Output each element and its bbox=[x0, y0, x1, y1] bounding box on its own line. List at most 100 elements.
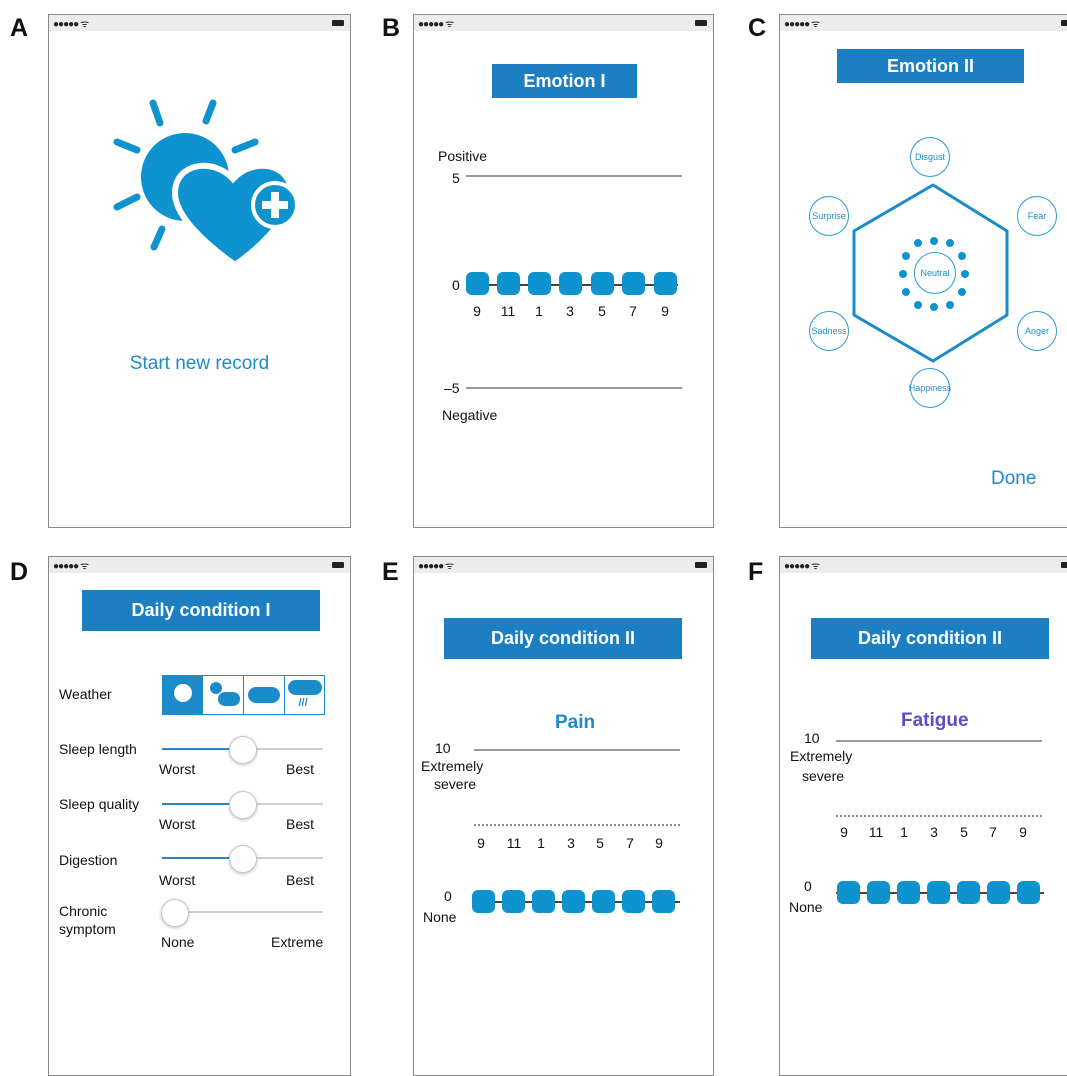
fatigue-dot[interactable] bbox=[927, 881, 950, 904]
done-button[interactable]: Done bbox=[991, 468, 1036, 490]
slider-min-label: Worst bbox=[159, 761, 196, 777]
pain-dot[interactable] bbox=[502, 890, 525, 913]
status-bar: ●●●●● ᯤ bbox=[49, 15, 350, 31]
emotion-dot[interactable] bbox=[591, 272, 614, 295]
hour-label: 5 bbox=[596, 835, 604, 851]
fatigue-dot[interactable] bbox=[987, 881, 1010, 904]
emotion-dot[interactable] bbox=[559, 272, 582, 295]
top-line bbox=[474, 749, 680, 751]
emotion-fear[interactable]: Fear bbox=[1017, 196, 1057, 236]
sleep-quality-slider[interactable] bbox=[229, 791, 257, 819]
battery-icon bbox=[1061, 562, 1067, 568]
digestion-slider[interactable] bbox=[229, 845, 257, 873]
phone-screen-d: ●●●●● ᯤ Daily condition I Weather /// Sl… bbox=[48, 556, 351, 1076]
positive-label: Positive bbox=[438, 148, 488, 164]
hour-label: 3 bbox=[566, 303, 574, 319]
hour-label: 1 bbox=[900, 824, 908, 840]
hour-axis bbox=[474, 824, 680, 826]
emotion-dot[interactable] bbox=[466, 272, 489, 295]
pain-dot[interactable] bbox=[652, 890, 675, 913]
start-new-record-button[interactable]: Start new record bbox=[49, 353, 350, 375]
bottom-label: None bbox=[789, 899, 823, 915]
signal-wifi-icon: ●●●●● ᯤ bbox=[784, 561, 820, 572]
rain-icon[interactable]: /// bbox=[284, 676, 324, 714]
metric-title: Pain bbox=[555, 712, 596, 733]
bottom-value-label: 0 bbox=[444, 888, 452, 904]
signal-wifi-icon: ●●●●● ᯤ bbox=[418, 19, 454, 30]
slider-min-label: Worst bbox=[159, 872, 196, 888]
panel-label-a: A bbox=[10, 14, 29, 42]
sleep-length-slider[interactable] bbox=[229, 736, 257, 764]
phone-screen-f: ●●●●● ᯤ Daily condition II Fatigue 10 Ex… bbox=[779, 556, 1067, 1076]
emotion-neutral[interactable]: Neutral bbox=[914, 252, 956, 294]
emotion-disgust[interactable]: Disgust bbox=[910, 137, 950, 177]
panel-label-f: F bbox=[748, 558, 764, 586]
phone-screen-e: ●●●●● ᯤ Daily condition II Pain 10 Extre… bbox=[413, 556, 714, 1076]
hour-label: 3 bbox=[567, 835, 575, 851]
hour-label: 7 bbox=[989, 824, 997, 840]
top-label-line2: severe bbox=[434, 776, 477, 792]
slider-max-label: Best bbox=[286, 816, 315, 832]
panel-label-b: B bbox=[382, 14, 401, 42]
fatigue-dot[interactable] bbox=[957, 881, 980, 904]
emotion-dot[interactable] bbox=[622, 272, 645, 295]
chronic-label-line1: Chronic bbox=[59, 903, 108, 919]
chronic-symptom-slider[interactable] bbox=[161, 899, 189, 927]
emotion-dot[interactable] bbox=[497, 272, 520, 295]
chronic-label-line2: symptom bbox=[59, 921, 116, 937]
battery-icon bbox=[695, 562, 707, 568]
battery-icon bbox=[332, 20, 344, 26]
fatigue-dot[interactable] bbox=[897, 881, 920, 904]
screen-title: Emotion I bbox=[492, 64, 637, 98]
bottom-label: None bbox=[423, 909, 457, 925]
emotion-dot[interactable] bbox=[654, 272, 677, 295]
phone-screen-b: ●●●●● ᯤ Emotion I Positive 5 0 9 11 1 3 … bbox=[413, 14, 714, 528]
pain-dot[interactable] bbox=[532, 890, 555, 913]
hour-label: 9 bbox=[655, 835, 663, 851]
metric-title: Fatigue bbox=[901, 710, 969, 731]
pain-dot[interactable] bbox=[472, 890, 495, 913]
hour-label: 1 bbox=[535, 303, 543, 319]
slider-max-label: Best bbox=[286, 761, 315, 777]
negative-line bbox=[466, 387, 682, 389]
partly-cloudy-icon[interactable] bbox=[203, 676, 244, 714]
signal-wifi-icon: ●●●●● ᯤ bbox=[53, 19, 89, 30]
slider-row-label: Sleep length bbox=[59, 741, 137, 757]
hour-label: 11 bbox=[868, 824, 884, 840]
sun-icon[interactable] bbox=[163, 676, 204, 714]
negative-label: Negative bbox=[442, 407, 498, 423]
cloud-icon[interactable] bbox=[244, 676, 285, 714]
bottom-value-label: –5 bbox=[444, 380, 460, 396]
slider-max-label: Best bbox=[286, 872, 315, 888]
phone-screen-c: ●●●●● ᯤ Emotion II Disgust Fear Anger Ha… bbox=[779, 14, 1067, 528]
hour-label: 5 bbox=[960, 824, 968, 840]
fatigue-dot[interactable] bbox=[1017, 881, 1040, 904]
positive-line bbox=[466, 175, 682, 177]
pain-dot[interactable] bbox=[592, 890, 615, 913]
top-value-label: 10 bbox=[804, 730, 820, 746]
slider-min-label: Worst bbox=[159, 816, 196, 832]
top-value-label: 5 bbox=[452, 170, 460, 186]
hour-label: 9 bbox=[840, 824, 848, 840]
pain-dot[interactable] bbox=[622, 890, 645, 913]
top-label-line2: severe bbox=[802, 768, 845, 784]
emotion-anger[interactable]: Anger bbox=[1017, 311, 1057, 351]
fatigue-dot[interactable] bbox=[867, 881, 890, 904]
battery-icon bbox=[695, 20, 707, 26]
sun-heart-plus-icon bbox=[113, 99, 299, 269]
emotion-happiness[interactable]: Happiness bbox=[909, 368, 951, 408]
hour-label: 7 bbox=[629, 303, 637, 319]
emotion-sadness[interactable]: Sadness bbox=[809, 311, 849, 351]
status-bar: ●●●●● ᯤ bbox=[780, 557, 1067, 573]
slider-row-label: Sleep quality bbox=[59, 796, 140, 812]
pain-dot[interactable] bbox=[562, 890, 585, 913]
emotion-surprise[interactable]: Surprise bbox=[809, 196, 849, 236]
top-line bbox=[836, 740, 1042, 742]
weather-selector[interactable]: /// bbox=[162, 675, 325, 715]
emotion-dot[interactable] bbox=[528, 272, 551, 295]
slider-row-label: Digestion bbox=[59, 852, 118, 868]
screen-title: Daily condition II bbox=[444, 618, 682, 659]
hour-label: 5 bbox=[598, 303, 606, 319]
fatigue-dot[interactable] bbox=[837, 881, 860, 904]
hour-label: 9 bbox=[473, 303, 481, 319]
